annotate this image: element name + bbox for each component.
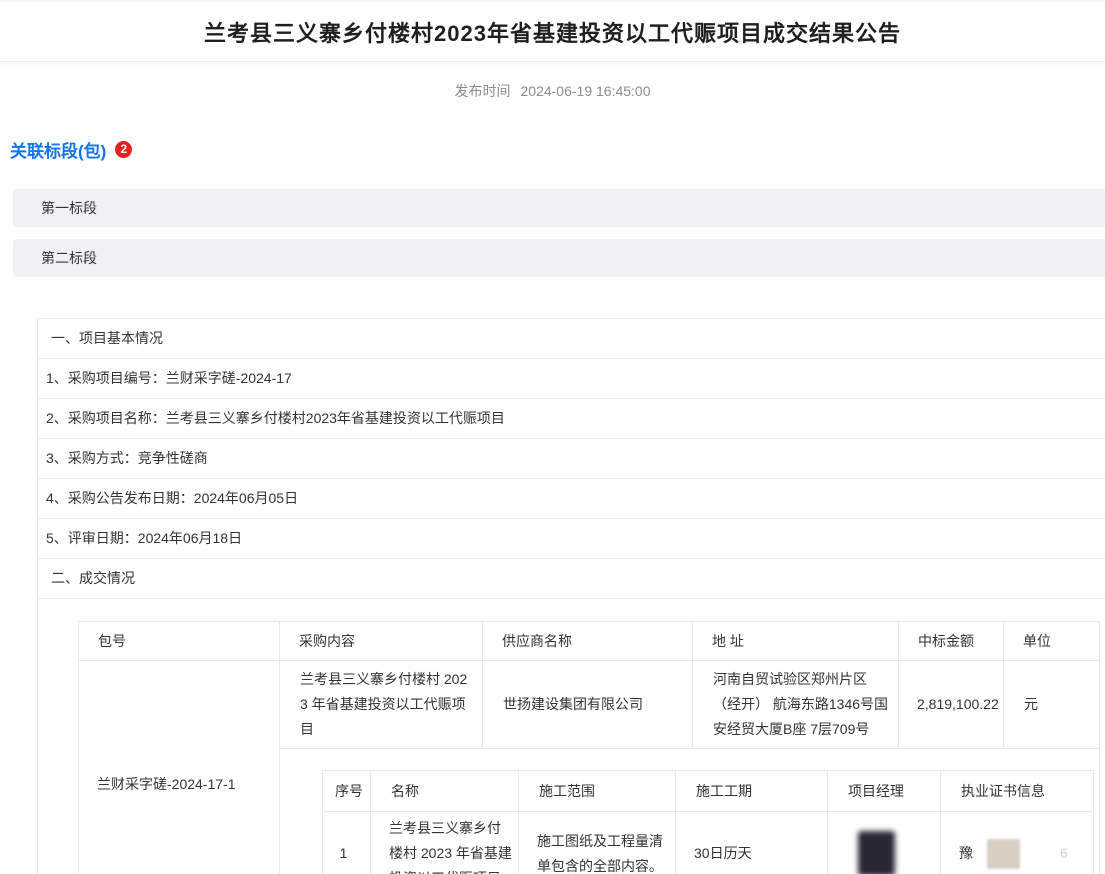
related-sections-label: 关联标段(包) (10, 137, 106, 162)
cell-scope: 施工图纸及工程量清单包含的全部内容。 (519, 812, 676, 874)
certificate-suffix: 6 (1060, 841, 1068, 866)
col-header-duration: 施工工期 (676, 771, 828, 812)
col-header-amount: 中标金额 (899, 622, 1004, 661)
detail-table: 序号 名称 施工范围 施工工期 项目经理 执业证书信息 (322, 770, 1094, 874)
project-info-panel: 一、项目基本情况 1、采购项目编号：兰财采字磋-2024-17 2、采购项目名称… (37, 318, 1105, 874)
section-bar-1-label: 第一标段 (41, 198, 97, 218)
info-row-project-number: 1、采购项目编号：兰财采字磋-2024-17 (38, 359, 1105, 399)
cell-amount: 2,819,100.22 (899, 661, 1004, 749)
cell-unit: 元 (1004, 661, 1100, 749)
col-header-content: 采购内容 (280, 622, 483, 661)
col-header-manager: 项目经理 (828, 771, 941, 812)
info-row-procurement-method: 3、采购方式：竞争性磋商 (38, 439, 1105, 479)
cell-duration: 30日历天 (676, 812, 828, 874)
cell-name: 兰考县三义寨乡付楼村 2023 年省基建投资以工代赈项目 (371, 812, 519, 874)
award-table-row: 兰财采字磋-2024-17-1 兰考县三义寨乡付楼村 2023 年省基建投资以工… (79, 661, 1100, 749)
manager-redaction-block (858, 831, 895, 874)
info-row-announcement-date: 4、采购公告发布日期：2024年06月05日 (38, 479, 1105, 519)
award-table-header-row: 包号 采购内容 供应商名称 地 址 中标金额 单位 (79, 622, 1100, 661)
section-bar-1[interactable]: 第一标段 (13, 189, 1105, 227)
cell-package-no: 兰财采字磋-2024-17-1 (79, 661, 280, 874)
cell-content: 兰考县三义寨乡付楼村 2023 年省基建投资以工代赈项目 (280, 661, 483, 749)
announcement-header: 兰考县三义寨乡付楼村2023年省基建投资以工代赈项目成交结果公告 (0, 0, 1105, 62)
publish-time-row: 发布时间 2024-06-19 16:45:00 (0, 81, 1105, 101)
cell-manager (828, 812, 941, 874)
section-bar-2[interactable]: 第二标段 (13, 239, 1105, 277)
award-table: 包号 采购内容 供应商名称 地 址 中标金额 单位 兰财采字磋-2024-17-… (78, 621, 1100, 874)
col-header-package-no: 包号 (79, 622, 280, 661)
award-table-wrap: 包号 采购内容 供应商名称 地 址 中标金额 单位 兰财采字磋-2024-17-… (78, 621, 1105, 874)
info-row-project-name: 2、采购项目名称：兰考县三义寨乡付楼村2023年省基建投资以工代赈项目 (38, 399, 1105, 439)
cell-seq: 1 (323, 812, 371, 874)
detail-table-header-row: 序号 名称 施工范围 施工工期 项目经理 执业证书信息 (323, 771, 1094, 812)
col-header-address: 地 址 (693, 622, 899, 661)
col-header-scope: 施工范围 (519, 771, 676, 812)
info-row-review-date: 5、评审日期：2024年06月18日 (38, 519, 1105, 559)
page-title: 兰考县三义寨乡付楼村2023年省基建投资以工代赈项目成交结果公告 (204, 16, 901, 48)
detail-table-row: 1 兰考县三义寨乡付楼村 2023 年省基建投资以工代赈项目 施工图纸及工程量清… (323, 812, 1094, 874)
section-count-badge: 2 (115, 141, 132, 158)
col-header-seq: 序号 (323, 771, 371, 812)
cell-supplier: 世扬建设集团有限公司 (483, 661, 693, 749)
col-header-name: 名称 (371, 771, 519, 812)
publish-time-label: 发布时间 (455, 83, 511, 99)
info-row-basic-heading: 一、项目基本情况 (38, 319, 1105, 359)
certificate-prefix: 豫 (959, 841, 973, 866)
cell-certificate: 豫 6 (941, 812, 1094, 874)
detail-table-cell: 序号 名称 施工范围 施工工期 项目经理 执业证书信息 (280, 749, 1100, 874)
col-header-supplier: 供应商名称 (483, 622, 693, 661)
publish-time-value: 2024-06-19 16:45:00 (521, 83, 651, 99)
col-header-unit: 单位 (1004, 622, 1100, 661)
col-header-certificate: 执业证书信息 (941, 771, 1094, 812)
info-row-award-heading: 二、成交情况 (38, 559, 1105, 599)
section-bar-2-label: 第二标段 (41, 248, 97, 268)
cell-address: 河南自贸试验区郑州片区（经开） 航海东路1346号国安经贸大厦B座 7层709号 (693, 661, 899, 749)
related-sections-heading: 关联标段(包) 2 (10, 137, 1105, 162)
certificate-redaction-block (987, 839, 1020, 869)
